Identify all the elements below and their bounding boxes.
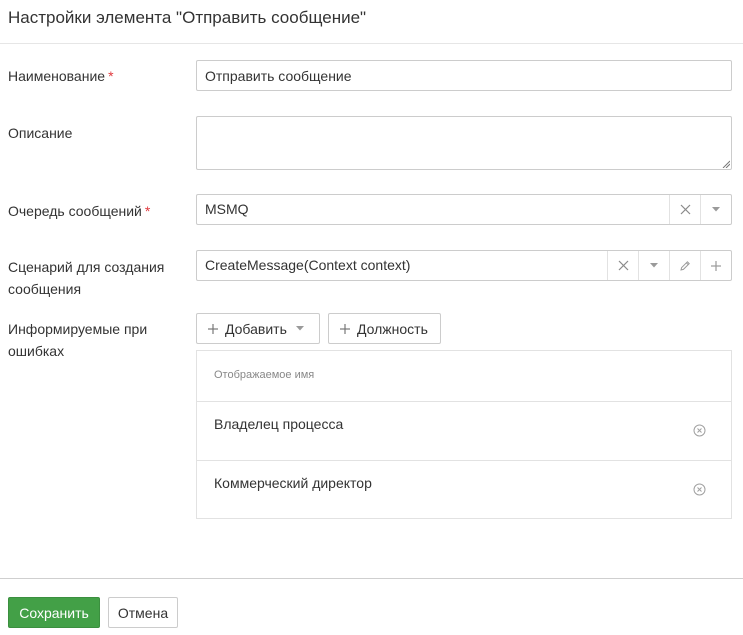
notify-label-line1: Информируемые при: [8, 321, 148, 337]
description-textarea[interactable]: [196, 116, 732, 170]
script-clear-button[interactable]: [607, 251, 638, 280]
notify-label: Информируемые при ошибках: [8, 318, 188, 362]
row-display-name: Владелец процесса: [214, 416, 344, 432]
queue-dropdown-button[interactable]: [700, 195, 731, 224]
save-button[interactable]: Сохранить: [8, 597, 100, 628]
script-label: Сценарий для создания сообщения: [8, 256, 188, 300]
plus-icon: [339, 323, 351, 335]
name-input[interactable]: [196, 60, 732, 91]
add-dropdown-button[interactable]: Добавить: [196, 313, 320, 344]
description-label: Описание: [8, 125, 73, 141]
required-marker: *: [144, 203, 151, 219]
script-edit-button[interactable]: [669, 251, 700, 280]
plus-icon: [207, 323, 219, 335]
name-label-text: Наименование: [8, 68, 106, 84]
queue-clear-button[interactable]: [669, 195, 700, 224]
script-label-line2: сообщения: [8, 281, 82, 297]
script-label-line1: Сценарий для создания: [8, 259, 165, 275]
dialog-footer: Сохранить Отмена: [0, 578, 743, 635]
pencil-icon: [680, 260, 690, 271]
queue-select-value: MSMQ: [205, 201, 249, 217]
grid-header: Отображаемое имя: [197, 351, 731, 402]
row-display-name: Коммерческий директор: [214, 475, 372, 491]
script-add-button[interactable]: [700, 251, 731, 280]
remove-circle-icon[interactable]: [693, 424, 706, 437]
caret-down-icon: [712, 207, 720, 212]
dialog-title: Настройки элемента "Отправить сообщение": [8, 8, 367, 27]
script-dropdown-button[interactable]: [638, 251, 669, 280]
queue-label-text: Очередь сообщений: [8, 203, 142, 219]
close-icon: [618, 260, 628, 271]
caret-down-icon: [650, 263, 658, 268]
notify-label-line2: ошибках: [8, 343, 65, 359]
column-header-display-name[interactable]: Отображаемое имя: [214, 369, 314, 381]
name-label: Наименование *: [8, 65, 188, 87]
script-select-value: CreateMessage(Context context): [205, 257, 411, 273]
plus-icon: [711, 260, 721, 271]
script-select[interactable]: CreateMessage(Context context): [196, 250, 732, 281]
caret-down-icon: [295, 326, 304, 331]
table-row[interactable]: Владелец процесса: [197, 402, 731, 461]
table-row[interactable]: Коммерческий директор: [197, 461, 731, 520]
position-button-label: Должность: [357, 320, 428, 337]
add-button-label: Добавить: [225, 320, 287, 337]
queue-select[interactable]: MSMQ: [196, 194, 732, 225]
add-position-button[interactable]: Должность: [328, 313, 441, 344]
close-icon: [680, 204, 690, 215]
dialog-header: Настройки элемента "Отправить сообщение": [0, 0, 743, 44]
remove-circle-icon[interactable]: [693, 483, 706, 496]
cancel-button[interactable]: Отмена: [108, 597, 178, 628]
resize-grip-icon[interactable]: [722, 160, 730, 168]
required-marker: *: [108, 68, 114, 84]
queue-label: Очередь сообщений *: [8, 200, 188, 222]
notify-grid: Отображаемое имя Владелец процесса Комме…: [196, 350, 732, 519]
description-wrapper: [196, 116, 732, 170]
